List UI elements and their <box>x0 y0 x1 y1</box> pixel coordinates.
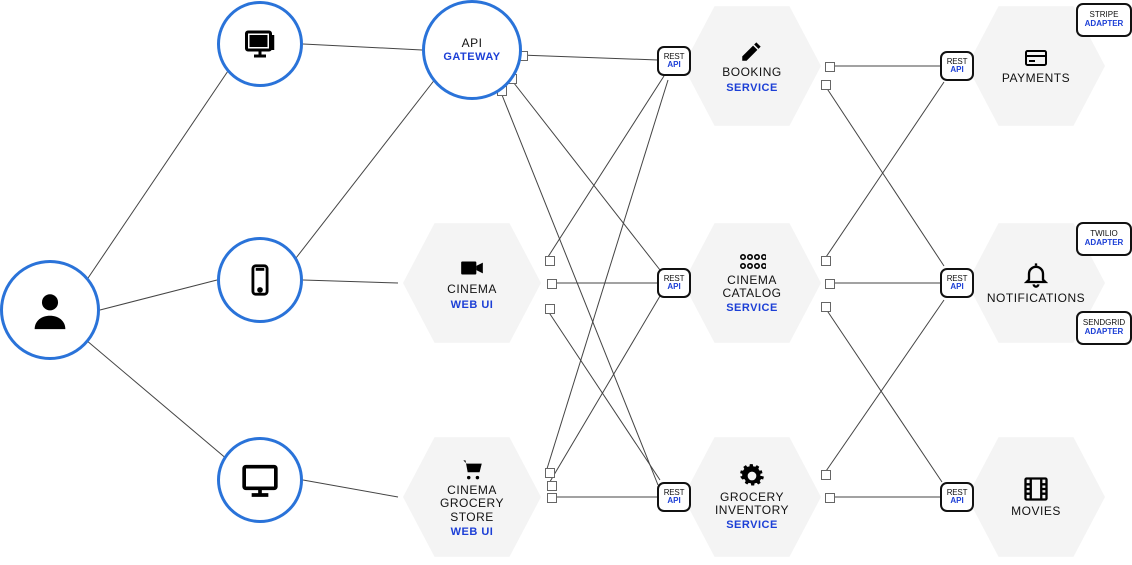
catalog-service-node: CINEMA CATALOG SERVICE <box>677 218 827 348</box>
handle <box>825 62 835 72</box>
bell-icon <box>1022 260 1050 290</box>
grocery-svc-title: GROCERY INVENTORY <box>697 491 807 517</box>
card-icon <box>1021 46 1051 70</box>
film-icon <box>1022 475 1050 503</box>
api-gateway-node: API GATEWAY <box>422 0 522 100</box>
handle <box>821 302 831 312</box>
user-node <box>0 260 100 360</box>
handle <box>547 279 557 289</box>
booking-title: BOOKING <box>722 66 782 79</box>
handle <box>825 493 835 503</box>
payments-title: PAYMENTS <box>1002 72 1070 85</box>
rest-api-port-catalog: RESTAPI <box>657 268 691 298</box>
client-desktop-node <box>217 1 303 87</box>
grocery-webui-title: CINEMA GROCERY STORE <box>417 484 527 524</box>
catalog-subtitle: SERVICE <box>726 302 778 314</box>
cinema-webui-node: CINEMA WEB UI <box>397 218 547 348</box>
cinema-webui-subtitle: WEB UI <box>451 299 494 311</box>
monitor-icon <box>240 460 280 500</box>
gateway-title: API <box>462 37 483 50</box>
handle <box>545 304 555 314</box>
handle <box>821 256 831 266</box>
handle <box>547 481 557 491</box>
rest-api-port-grocery: RESTAPI <box>657 482 691 512</box>
grid-dots-icon <box>738 252 766 272</box>
handle <box>547 493 557 503</box>
cinema-webui-title: CINEMA <box>447 283 497 296</box>
camera-icon <box>457 255 487 281</box>
rest-api-port-movies: RESTAPI <box>940 482 974 512</box>
client-mobile-node <box>217 237 303 323</box>
grocery-svc-subtitle: SERVICE <box>726 519 778 531</box>
gear-icon <box>739 463 765 489</box>
notifications-title: NOTIFICATIONS <box>987 292 1085 305</box>
booking-service-node: BOOKING SERVICE <box>677 1 827 131</box>
handle <box>821 470 831 480</box>
twilio-adapter: TWILIO ADAPTER <box>1076 222 1132 256</box>
grocery-webui-subtitle: WEB UI <box>451 526 494 538</box>
sendgrid-adapter: SENDGRID ADAPTER <box>1076 311 1132 345</box>
handle <box>545 468 555 478</box>
desktop-icon <box>242 26 278 62</box>
catalog-title: CINEMA CATALOG <box>697 274 807 300</box>
client-tv-node <box>217 437 303 523</box>
handle <box>545 256 555 266</box>
user-icon <box>27 287 73 333</box>
booking-subtitle: SERVICE <box>726 82 778 94</box>
grocery-webui-node: CINEMA GROCERY STORE WEB UI <box>397 432 547 562</box>
rest-api-port-booking: RESTAPI <box>657 46 691 76</box>
handle <box>821 80 831 90</box>
grocery-service-node: GROCERY INVENTORY SERVICE <box>677 432 827 562</box>
pencil-icon <box>739 38 765 64</box>
rest-api-port-payments: RESTAPI <box>940 51 974 81</box>
stripe-adapter: STRIPE ADAPTER <box>1076 3 1132 37</box>
movies-title: MOVIES <box>1011 505 1061 518</box>
cart-icon <box>458 456 486 482</box>
handle <box>825 279 835 289</box>
movies-node: MOVIES <box>961 432 1111 562</box>
mobile-icon <box>243 263 277 297</box>
rest-api-port-notifications: RESTAPI <box>940 268 974 298</box>
gateway-subtitle: GATEWAY <box>443 51 500 63</box>
